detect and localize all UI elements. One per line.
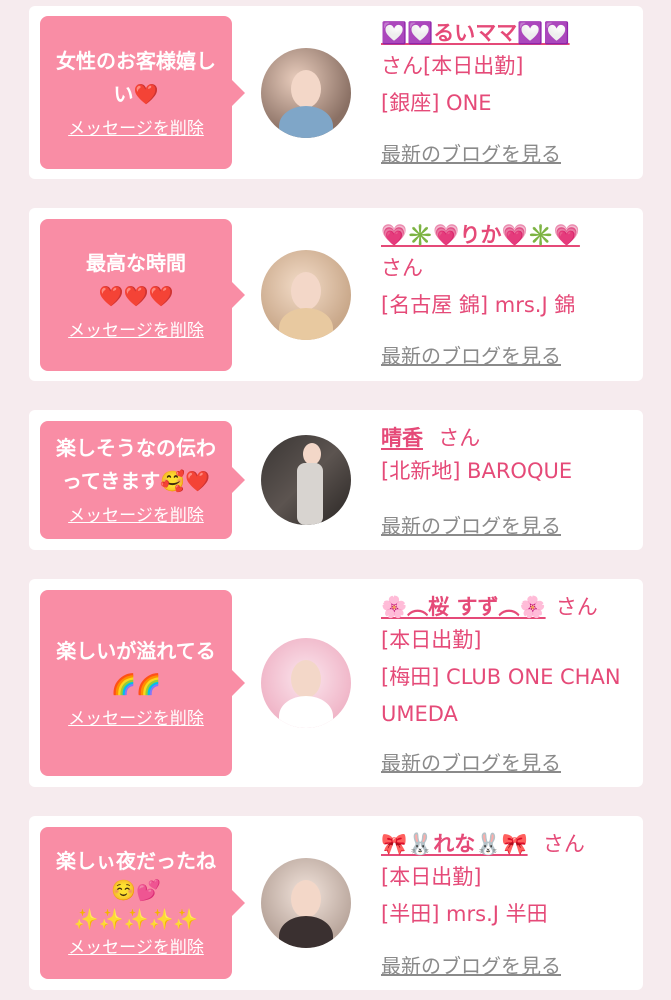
cast-suffix: さん <box>438 426 481 450</box>
avatar-face <box>291 70 321 108</box>
message-bubble: 女性のお客様嬉しい❤️ メッセージを削除 <box>40 16 245 169</box>
delete-message-link[interactable]: メッセージを削除 <box>68 707 204 731</box>
cast-info: 💟💟るいママ💟💟 さん[本日出勤] [銀座] ONE <box>381 18 631 122</box>
shop-name: [北新地] BAROQUE <box>381 459 573 483</box>
message-card: 楽しいが溢れてる 🌈🌈 メッセージを削除 🌸︵桜 すず︵🌸 さん [本日出勤] … <box>29 579 643 787</box>
message-text: 女性のお客様嬉しい❤️ <box>56 48 216 106</box>
message-bubble: 楽しそうなの伝わってきます🥰❤️ メッセージを削除 <box>40 421 245 539</box>
delete-message-link[interactable]: メッセージを削除 <box>68 504 204 528</box>
avatar[interactable] <box>261 48 351 138</box>
delete-message-link[interactable]: メッセージを削除 <box>68 936 204 960</box>
shop-name: [半田] mrs.J 半田 <box>381 902 548 926</box>
cast-name-link[interactable]: 💗✳️💗りか💗✳️💗 <box>381 223 580 247</box>
cast-suffix: さん <box>555 595 598 619</box>
avatar[interactable] <box>261 435 351 525</box>
shop-name: [銀座] ONE <box>381 91 492 115</box>
cast-suffix: さん <box>381 54 423 78</box>
cast-name-link[interactable]: 🎀🐰れな🐰🎀 <box>381 832 528 856</box>
message-list: 女性のお客様嬉しい❤️ メッセージを削除 💟💟るいママ💟💟 さん[本日出勤] [… <box>0 0 671 1000</box>
delete-message-link[interactable]: メッセージを削除 <box>68 117 204 141</box>
message-card: 楽しぃ夜だったね ☺️💕 ✨✨✨✨✨ メッセージを削除 🎀🐰れな🐰🎀 さん [本… <box>29 816 643 990</box>
avatar-face <box>291 272 321 310</box>
message-bubble: 楽しぃ夜だったね ☺️💕 ✨✨✨✨✨ メッセージを削除 <box>40 827 245 979</box>
latest-blog-link[interactable]: 最新のブログを見る <box>381 747 561 776</box>
latest-blog-link[interactable]: 最新のブログを見る <box>381 510 561 539</box>
shop-name: [梅田] CLUB ONE CHAN UMEDA <box>381 665 621 726</box>
cast-name-link[interactable]: 晴香 <box>381 426 423 450</box>
attendance-status: [本日出勤] <box>423 54 524 78</box>
message-card: 女性のお客様嬉しい❤️ メッセージを削除 💟💟るいママ💟💟 さん[本日出勤] [… <box>29 6 643 179</box>
avatar-face <box>303 443 321 465</box>
avatar-body <box>279 106 333 138</box>
avatar[interactable] <box>261 638 351 728</box>
avatar-body <box>279 916 333 948</box>
attendance-status: [本日出勤] <box>381 628 482 652</box>
attendance-status: [本日出勤] <box>381 865 482 889</box>
cast-info: 晴香 さん [北新地] BAROQUE <box>381 422 631 490</box>
cast-suffix: さん <box>381 256 423 280</box>
message-text: 楽しいが溢れてる 🌈🌈 <box>56 639 216 696</box>
latest-blog-link[interactable]: 最新のブログを見る <box>381 138 561 167</box>
message-text: 最高な時間 ❤️❤️❤️ <box>86 251 186 308</box>
cast-info: 💗✳️💗りか💗✳️💗 さん [名古屋 錦] mrs.J 錦 <box>381 220 631 324</box>
avatar-face <box>291 880 321 918</box>
avatar-body <box>297 463 323 525</box>
message-text: 楽しぃ夜だったね ☺️💕 ✨✨✨✨✨ <box>56 848 216 931</box>
avatar-face <box>291 660 321 698</box>
message-bubble: 最高な時間 ❤️❤️❤️ メッセージを削除 <box>40 219 245 371</box>
delete-message-link[interactable]: メッセージを削除 <box>68 319 204 343</box>
cast-info: 🎀🐰れな🐰🎀 さん [本日出勤] [半田] mrs.J 半田 <box>381 828 631 933</box>
avatar-body <box>279 308 333 340</box>
cast-info: 🌸︵桜 すず︵🌸 さん [本日出勤] [梅田] CLUB ONE CHAN UM… <box>381 591 631 733</box>
cast-name-link[interactable]: 💟💟るいママ💟💟 <box>381 21 570 45</box>
cast-suffix: さん <box>542 832 585 856</box>
message-card: 最高な時間 ❤️❤️❤️ メッセージを削除 💗✳️💗りか💗✳️💗 さん [名古屋… <box>29 208 643 381</box>
latest-blog-link[interactable]: 最新のブログを見る <box>381 340 561 369</box>
message-bubble: 楽しいが溢れてる 🌈🌈 メッセージを削除 <box>40 590 245 776</box>
cast-name-link[interactable]: 🌸︵桜 すず︵🌸 <box>381 595 546 619</box>
shop-name: [名古屋 錦] mrs.J 錦 <box>381 293 576 317</box>
message-card: 楽しそうなの伝わってきます🥰❤️ メッセージを削除 晴香 さん [北新地] BA… <box>29 410 643 550</box>
avatar[interactable] <box>261 858 351 948</box>
message-text: 楽しそうなの伝わってきます🥰❤️ <box>56 436 216 493</box>
latest-blog-link[interactable]: 最新のブログを見る <box>381 950 561 979</box>
avatar-body <box>279 696 333 728</box>
avatar[interactable] <box>261 250 351 340</box>
